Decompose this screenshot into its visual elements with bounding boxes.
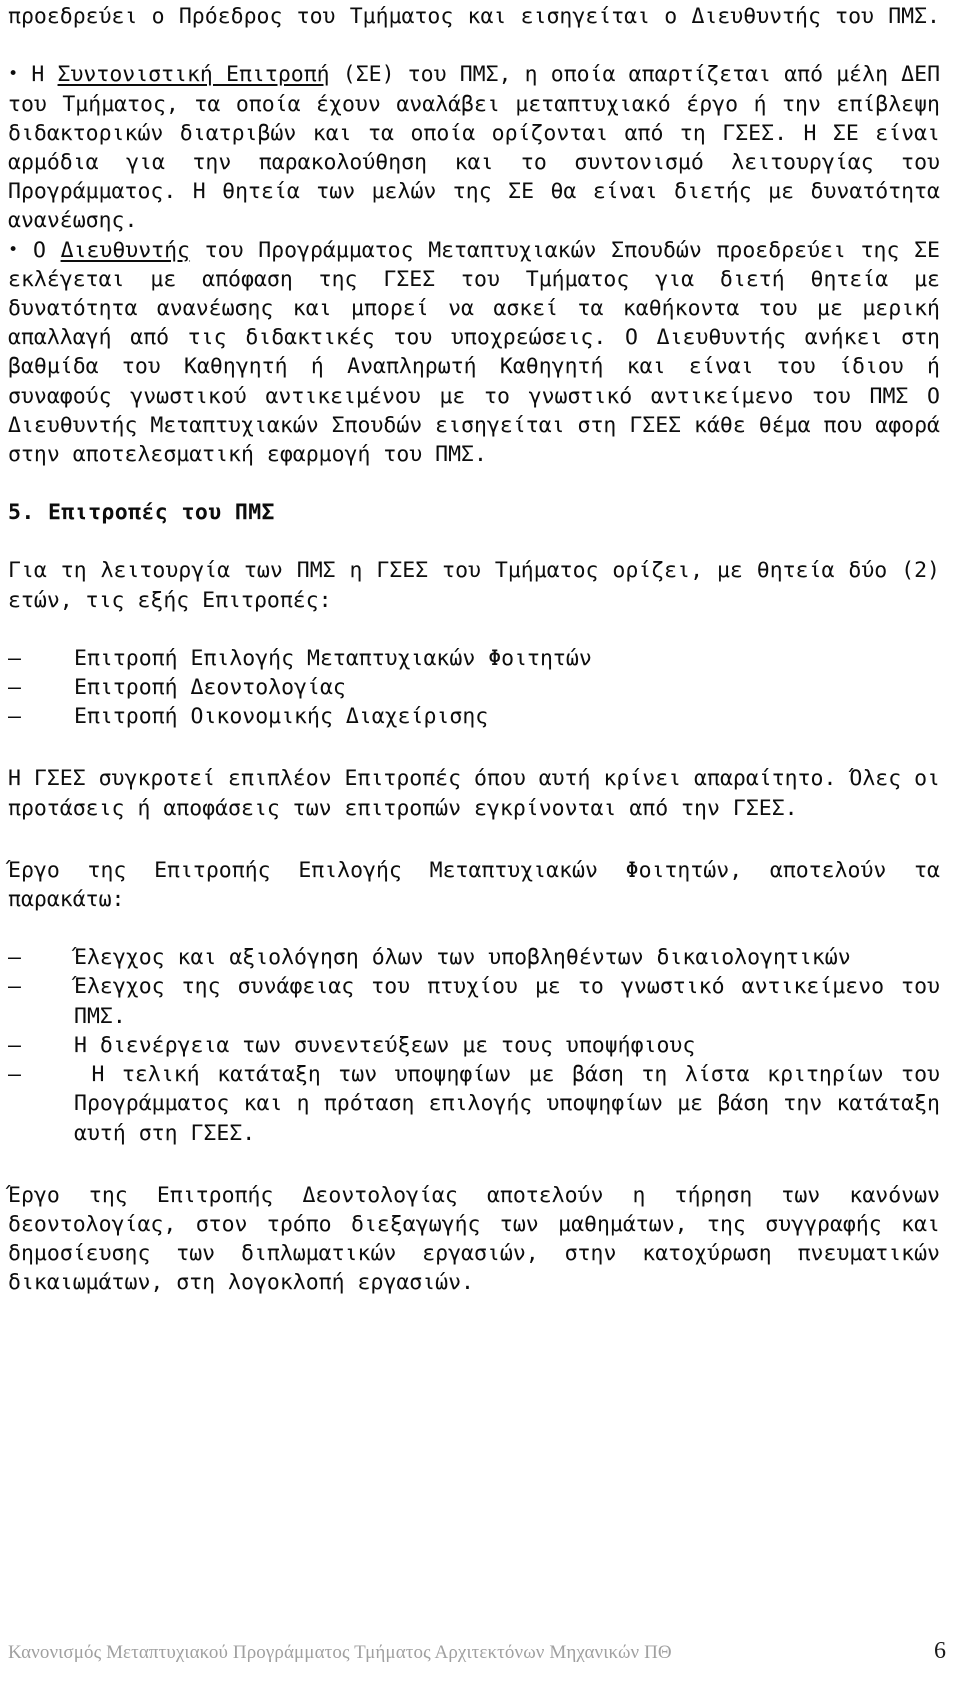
bullet-clause-director: • Ο Διευθυντής του Προγράμματος Μεταπτυχ… (8, 236, 940, 470)
page-content: προεδρεύει ο Πρόεδρος του Τμήματος και ε… (8, 2, 940, 1298)
section-heading-5: 5. Επιτροπές του ΠΜΣ (8, 500, 275, 526)
clause-lead-text: Ο (32, 237, 61, 263)
dash-icon: – (8, 1032, 21, 1058)
list-item-label: Επιτροπή Επιλογής Μεταπτυχιακών Φοιτητών (74, 645, 592, 671)
list-item-label: Η τελική κατάταξη των υποψηφίων με βάση … (74, 1062, 940, 1146)
list-item: – Έλεγχος και αξιολόγηση όλων των υποβληθ… (8, 943, 940, 972)
dash-icon: – (8, 675, 21, 701)
bullet-icon: • (8, 239, 19, 260)
dash-icon: – (8, 704, 21, 730)
list-item-label: Έλεγχος και αξιολόγηση όλων των υποβληθέ… (74, 945, 851, 971)
page-footer: Κανονισμός Μεταπτυχιακού Προγράμματος Τμ… (8, 1638, 952, 1668)
dash-icon: – (8, 645, 21, 671)
paragraph-selection-intro: Έργο της Επιτροπής Επιλογής Μεταπτυχιακώ… (8, 857, 940, 913)
footer-title: Κανονισμός Μεταπτυχιακού Προγράμματος Τμ… (8, 1642, 672, 1663)
list-item: – Έλεγχος της συνάφειας του πτυχίου με το… (8, 972, 940, 1030)
list-item: – Η διενέργεια των συνεντεύξεων με τους υ… (8, 1031, 940, 1060)
clause-underlined-term: Συντονιστική Επιτροπή (57, 62, 330, 88)
list-item-label: Επιτροπή Οικονομικής Διαχείρισης (74, 704, 489, 730)
document-page: προεδρεύει ο Πρόεδρος του Τμήματος και ε… (0, 0, 960, 1690)
list-item: – Επιτροπή Επιλογής Μεταπτυχιακών Φοιτητώ… (8, 644, 940, 673)
paragraph-committees-intro: Για τη λειτουργία των ΠΜΣ η ΓΣΕΣ του Τμή… (8, 558, 940, 613)
clause-underlined-term: Διευθυντής (60, 237, 191, 263)
clause-lead-text: Η (31, 62, 58, 88)
paragraph-ethics-committee: Έργο της Επιτροπής Δεοντολογίας αποτελού… (8, 1182, 940, 1296)
list-item-label: Η διενέργεια των συνεντεύξεων με τους υπ… (74, 1032, 696, 1058)
clause-body-text: του Προγράμματος Μεταπτυχιακών Σπουδών π… (8, 237, 940, 468)
paragraph-continuation: προεδρεύει ο Πρόεδρος του Τμήματος και ε… (8, 4, 940, 29)
list-item-label: Έλεγχος της συνάφειας του πτυχίου με το … (74, 974, 940, 1029)
bullet-icon: • (8, 64, 19, 85)
dash-icon: – (8, 1062, 21, 1088)
page-number: 6 (934, 1638, 946, 1664)
paragraph-extra-committees: Η ΓΣΕΣ συγκροτεί επιπλέον Επιτροπές όπου… (8, 766, 940, 821)
list-item: – Η τελική κατάταξη των υποψηφίων με βάσ… (8, 1060, 940, 1148)
list-item: – Επιτροπή Δεοντολογίας (8, 673, 940, 702)
selection-tasks-list: – Έλεγχος και αξιολόγηση όλων των υποβληθ… (8, 943, 940, 1147)
dash-icon: – (8, 945, 21, 971)
bullet-clause-coordinating-committee: • Η Συντονιστική Επιτροπή (ΣΕ) του ΠΜΣ, … (8, 60, 940, 235)
dash-icon: – (8, 974, 21, 1000)
clause-body-text: (ΣΕ) του ΠΜΣ, η οποία απαρτίζεται από μέ… (8, 62, 941, 234)
list-item: – Επιτροπή Οικονομικής Διαχείρισης (8, 702, 940, 731)
list-item-label: Επιτροπή Δεοντολογίας (74, 675, 346, 701)
committees-list: – Επιτροπή Επιλογής Μεταπτυχιακών Φοιτητώ… (8, 644, 940, 732)
